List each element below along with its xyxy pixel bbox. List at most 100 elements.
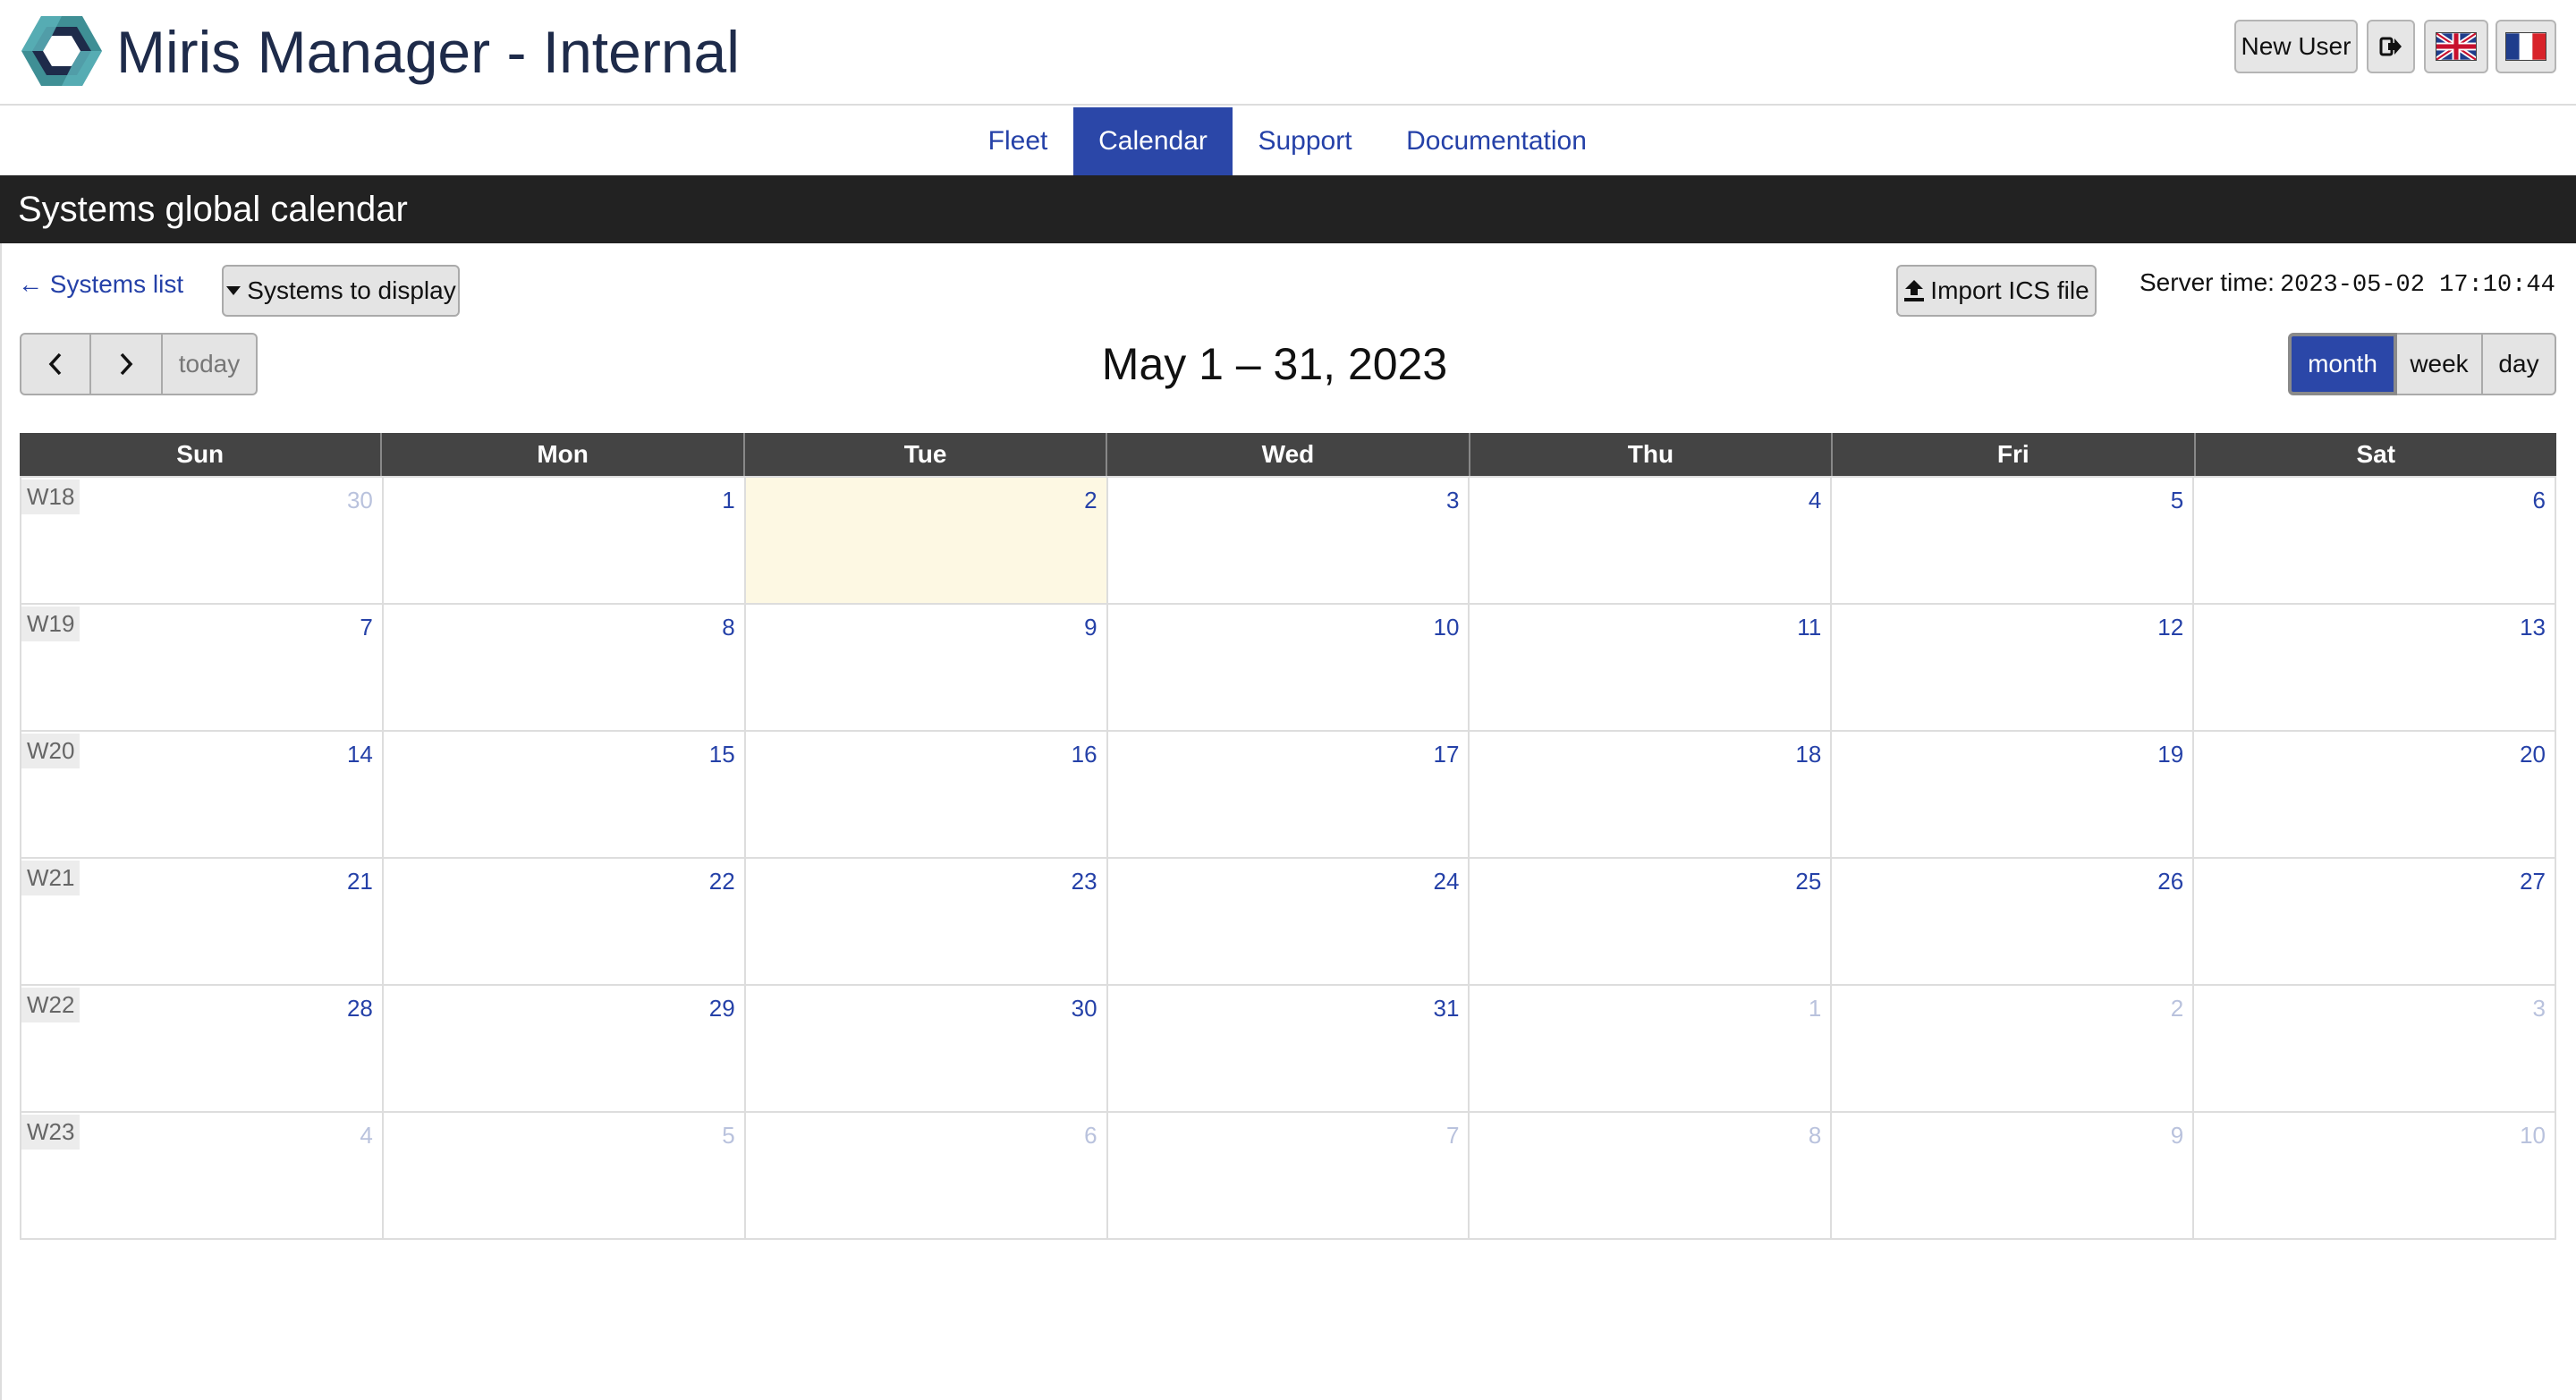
day-cell[interactable]: W21 21 xyxy=(21,857,384,984)
day-number[interactable]: 30 xyxy=(347,487,373,514)
day-number[interactable]: 12 xyxy=(2157,614,2183,641)
day-cell[interactable]: 17 xyxy=(1107,730,1470,857)
day-number[interactable]: 8 xyxy=(1809,1122,1821,1150)
day-number[interactable]: 16 xyxy=(1072,741,1097,768)
day-number[interactable]: 28 xyxy=(347,995,373,1022)
day-cell[interactable]: 9 xyxy=(1832,1111,2195,1238)
day-number[interactable]: 21 xyxy=(347,868,373,895)
day-number[interactable]: 20 xyxy=(2520,741,2546,768)
day-cell[interactable]: 15 xyxy=(383,730,746,857)
day-cell[interactable]: 1 xyxy=(1470,984,1833,1111)
day-cell[interactable]: 5 xyxy=(1832,476,2195,603)
day-cell[interactable]: 11 xyxy=(1470,603,1833,730)
day-number[interactable]: 30 xyxy=(1072,995,1097,1022)
day-cell[interactable]: 4 xyxy=(1470,476,1833,603)
day-cell[interactable]: 5 xyxy=(383,1111,746,1238)
language-en-button[interactable] xyxy=(2424,20,2488,73)
day-cell[interactable]: 31 xyxy=(1107,984,1470,1111)
day-cell[interactable]: 3 xyxy=(1107,476,1470,603)
day-cell[interactable]: W18 30 xyxy=(21,476,384,603)
tab-support[interactable]: Support xyxy=(1240,107,1370,175)
day-cell[interactable]: 8 xyxy=(1470,1111,1833,1238)
systems-to-display-button[interactable]: Systems to display xyxy=(222,265,460,317)
day-cell[interactable]: 29 xyxy=(383,984,746,1111)
day-cell[interactable]: 7 xyxy=(1107,1111,1470,1238)
day-cell[interactable]: W23 4 xyxy=(21,1111,384,1238)
day-cell[interactable]: 13 xyxy=(2194,603,2557,730)
day-cell[interactable]: 23 xyxy=(745,857,1108,984)
tab-calendar[interactable]: Calendar xyxy=(1073,107,1233,175)
day-number[interactable]: 31 xyxy=(1434,995,1460,1022)
day-number[interactable]: 6 xyxy=(2533,487,2546,514)
day-number[interactable]: 8 xyxy=(722,614,734,641)
tab-fleet[interactable]: Fleet xyxy=(975,107,1061,175)
day-cell[interactable]: 2 xyxy=(1832,984,2195,1111)
day-cell[interactable]: 24 xyxy=(1107,857,1470,984)
day-cell[interactable]: 20 xyxy=(2194,730,2557,857)
day-number[interactable]: 10 xyxy=(1434,614,1460,641)
day-number[interactable]: 1 xyxy=(722,487,734,514)
day-number[interactable]: 13 xyxy=(2520,614,2546,641)
day-cell[interactable]: 25 xyxy=(1470,857,1833,984)
import-ics-button[interactable]: Import ICS file xyxy=(1896,265,2097,317)
language-fr-button[interactable] xyxy=(2496,20,2556,73)
day-number[interactable]: 27 xyxy=(2520,868,2546,895)
prev-button[interactable] xyxy=(20,333,91,395)
day-number[interactable]: 17 xyxy=(1434,741,1460,768)
day-number[interactable]: 23 xyxy=(1072,868,1097,895)
day-cell[interactable]: 19 xyxy=(1832,730,2195,857)
day-cell[interactable]: W19 7 xyxy=(21,603,384,730)
day-cell[interactable]: 10 xyxy=(1107,603,1470,730)
day-number[interactable]: 25 xyxy=(1795,868,1821,895)
today-button[interactable]: today xyxy=(163,333,258,395)
day-number[interactable]: 26 xyxy=(2157,868,2183,895)
day-number[interactable]: 18 xyxy=(1795,741,1821,768)
day-cell[interactable]: 6 xyxy=(745,1111,1108,1238)
day-number[interactable]: 11 xyxy=(1797,614,1821,641)
day-number[interactable]: 24 xyxy=(1434,868,1460,895)
day-number[interactable]: 7 xyxy=(1446,1122,1459,1150)
day-number[interactable]: 5 xyxy=(2171,487,2183,514)
day-number[interactable]: 2 xyxy=(2171,995,2183,1022)
next-button[interactable] xyxy=(91,333,163,395)
day-number[interactable]: 3 xyxy=(2533,995,2546,1022)
day-number[interactable]: 10 xyxy=(2520,1122,2546,1150)
day-cell[interactable]: 30 xyxy=(745,984,1108,1111)
day-cell[interactable]: 10 xyxy=(2194,1111,2557,1238)
day-cell-today[interactable]: 2 xyxy=(745,476,1108,603)
day-number[interactable]: 19 xyxy=(2157,741,2183,768)
day-number[interactable]: 1 xyxy=(1809,995,1821,1022)
systems-list-link[interactable]: ← Systems list xyxy=(18,270,183,299)
day-number[interactable]: 14 xyxy=(347,741,373,768)
logout-button[interactable] xyxy=(2367,20,2415,73)
day-cell[interactable]: 26 xyxy=(1832,857,2195,984)
day-number[interactable]: 5 xyxy=(722,1122,734,1150)
new-user-button[interactable]: New User xyxy=(2234,20,2358,73)
day-cell[interactable]: W20 14 xyxy=(21,730,384,857)
day-number[interactable]: 7 xyxy=(360,614,372,641)
day-number[interactable]: 15 xyxy=(709,741,735,768)
day-cell[interactable]: 1 xyxy=(383,476,746,603)
day-number[interactable]: 9 xyxy=(2171,1122,2183,1150)
day-cell[interactable]: 6 xyxy=(2194,476,2557,603)
day-number[interactable]: 6 xyxy=(1084,1122,1097,1150)
day-cell[interactable]: 3 xyxy=(2194,984,2557,1111)
day-cell[interactable]: W22 28 xyxy=(21,984,384,1111)
day-cell[interactable]: 27 xyxy=(2194,857,2557,984)
view-week-button[interactable]: week xyxy=(2397,333,2483,395)
day-number[interactable]: 4 xyxy=(360,1122,372,1150)
day-cell[interactable]: 22 xyxy=(383,857,746,984)
view-month-button[interactable]: month xyxy=(2288,333,2397,395)
view-day-button[interactable]: day xyxy=(2483,333,2556,395)
day-number[interactable]: 22 xyxy=(709,868,735,895)
day-number[interactable]: 9 xyxy=(1084,614,1097,641)
day-number[interactable]: 29 xyxy=(709,995,735,1022)
day-number[interactable]: 3 xyxy=(1446,487,1459,514)
day-number[interactable]: 2 xyxy=(1084,487,1097,514)
day-cell[interactable]: 18 xyxy=(1470,730,1833,857)
day-cell[interactable]: 9 xyxy=(745,603,1108,730)
day-cell[interactable]: 12 xyxy=(1832,603,2195,730)
tab-documentation[interactable]: Documentation xyxy=(1394,107,1599,175)
day-number[interactable]: 4 xyxy=(1809,487,1821,514)
day-cell[interactable]: 16 xyxy=(745,730,1108,857)
